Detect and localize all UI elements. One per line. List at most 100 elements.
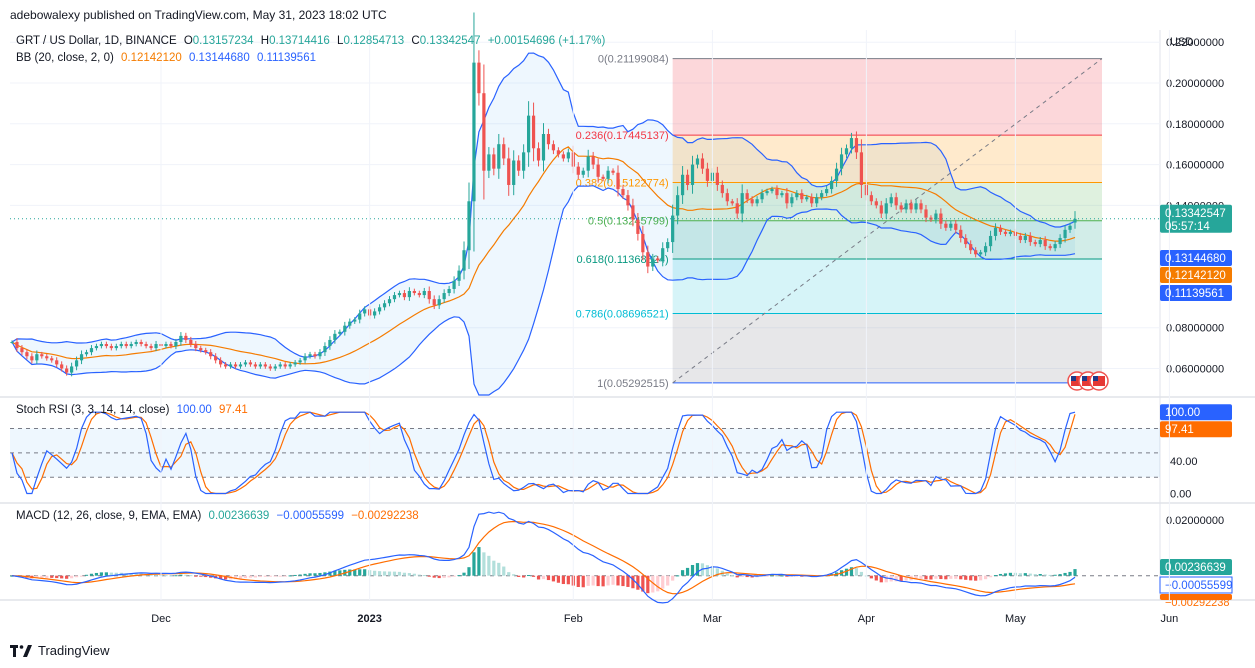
candle-body [432, 299, 436, 306]
candle-body [1053, 244, 1057, 249]
macd-hist-bar [89, 573, 94, 576]
candle-body [626, 195, 630, 206]
candle-body [820, 193, 824, 198]
candle-body [20, 348, 24, 353]
candle-body [407, 291, 411, 298]
candle-body [556, 150, 561, 155]
macd-hist-bar [99, 572, 104, 576]
bb-basis-value: 0.12142120 [121, 52, 182, 64]
macd-hist-bar [253, 575, 258, 578]
candle-body [1023, 235, 1027, 241]
fib-zone [672, 58, 1102, 136]
candle-body [10, 341, 14, 343]
stoch-k-badge-text: 100.00 [1165, 407, 1200, 419]
candle-body [844, 148, 849, 155]
macd-hist-bar [611, 575, 615, 585]
candle-body [1073, 218, 1077, 223]
candle-body [551, 144, 556, 151]
macd-hist-bar [204, 575, 208, 578]
macd-hist-bar [462, 572, 466, 576]
candle-body [755, 199, 759, 204]
macd-hist-bar [268, 575, 272, 577]
bb-legend: BB (20, close, 2, 0) 0.12142120 0.131446… [16, 52, 320, 64]
macd-hist-bar [770, 575, 774, 577]
candle-body [487, 154, 491, 171]
candle-body [253, 364, 258, 367]
candle-body [616, 172, 620, 190]
candle-body [1018, 235, 1022, 241]
candle-body [303, 356, 307, 361]
macd-hist-bar [79, 575, 84, 577]
open-value: 0.13157234 [192, 35, 254, 47]
fib-label: 0.382(0.15122774) [576, 177, 669, 189]
low-value: 0.12854713 [343, 35, 405, 47]
candle-body [397, 293, 402, 296]
macd-hist-bar [656, 575, 660, 592]
candle-body [149, 346, 153, 349]
candle-body [974, 250, 978, 255]
candle-body [969, 244, 973, 251]
macd-hist-bar [536, 575, 541, 580]
macd-hist-bar [1003, 573, 1008, 576]
candle-body [1063, 229, 1067, 238]
macd-hist-value: 0.00236639 [208, 510, 270, 522]
macd-hist-bar [934, 575, 938, 579]
macd-hist-bar [298, 574, 302, 576]
candle-body [805, 197, 809, 200]
macd-hist-bar [661, 575, 665, 589]
candle-body [526, 115, 531, 153]
candle-body [278, 364, 282, 367]
macd-hist-bar [442, 575, 446, 578]
price-tick-label: 0.22000000 [1166, 37, 1224, 49]
candle-body [591, 156, 595, 165]
macd-hist-bar [854, 568, 859, 576]
macd-hist-bar [248, 575, 253, 578]
macd-hist-bar [84, 574, 89, 576]
macd-hist-bar [472, 552, 476, 576]
candle-body [348, 321, 352, 326]
macd-hist-bar [1048, 574, 1052, 576]
macd-hist-bar [939, 575, 943, 580]
macd-hist-bar [954, 575, 958, 579]
candle-body [795, 193, 799, 198]
candle-body [765, 191, 769, 194]
chart-canvas[interactable]: 0(0.21199084) 0.236(0.17445137) 0.382(0.15… [0, 0, 1255, 668]
candle-body [909, 203, 913, 210]
candle-body [70, 366, 74, 373]
macd-hist-bar [591, 575, 595, 586]
candle-body [581, 170, 585, 175]
candle-body [512, 160, 516, 185]
macd-hist-bar [740, 575, 744, 577]
stoch-label[interactable]: Stoch RSI (3, 3, 14, 14, close) [16, 404, 169, 416]
candle-body [666, 242, 670, 249]
macd-hist-bar [164, 575, 168, 577]
candle-body [223, 364, 228, 367]
candle-body [810, 197, 814, 204]
candle-body [373, 311, 377, 316]
candle-body [586, 156, 590, 171]
macd-label[interactable]: MACD (12, 26, close, 9, EMA, EMA) [16, 510, 201, 522]
fib-label: 0(0.21199084) [598, 54, 669, 66]
candle-body [899, 205, 903, 210]
macd-hist-bar [859, 571, 864, 576]
candle-body [258, 364, 262, 367]
candle-body [313, 354, 317, 357]
candle-body [884, 203, 888, 214]
candle-body [134, 341, 138, 345]
candle-body [60, 364, 64, 369]
candle-body [79, 354, 84, 361]
time-tick-label: Jun [1161, 613, 1179, 625]
candle-body [308, 354, 312, 357]
symbol-label[interactable]: GRT / US Dollar, 1D, BINANCE [16, 35, 177, 47]
footer-brand[interactable]: TradingView [10, 643, 110, 658]
candle-body [233, 364, 238, 367]
candle-body [561, 154, 565, 159]
candle-body [646, 252, 650, 267]
macd-hist-bar [979, 575, 983, 581]
macd-hist-bar [303, 573, 307, 576]
bb-label[interactable]: BB (20, close, 2, 0) [16, 52, 114, 64]
candle-body [690, 164, 695, 185]
candle-body [268, 366, 272, 369]
candle-body [601, 176, 605, 179]
macd-hist-bar [243, 575, 248, 579]
